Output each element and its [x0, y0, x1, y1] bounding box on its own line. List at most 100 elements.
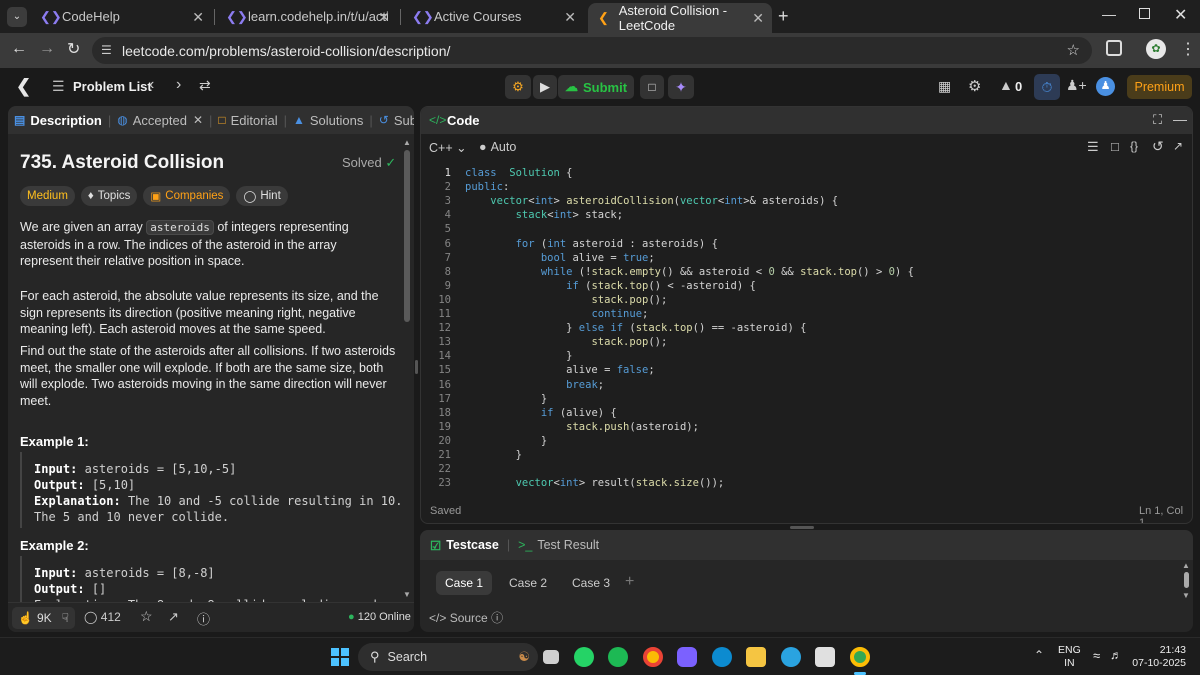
run-button[interactable]: ▶: [533, 75, 557, 99]
browser-tab-active-courses[interactable]: ❮❯ Active Courses ✕: [402, 0, 584, 33]
tab-submissions[interactable]: ↺ Submissio: [373, 106, 414, 134]
restore-button[interactable]: [1139, 8, 1150, 19]
timer-button[interactable]: ⏱: [1034, 74, 1060, 100]
browser-tab-learn-codehelp[interactable]: ❮❯ learn.codehelp.in/t/u/activeCou ✕: [216, 0, 398, 33]
like-button[interactable]: ☝ 9K ☟: [12, 607, 75, 629]
maximize-icon[interactable]: ⛶: [1153, 112, 1162, 128]
forward-button[interactable]: →: [39, 40, 55, 58]
streak-flame-icon[interactable]: ▲: [999, 77, 1013, 93]
store-icon[interactable]: [815, 647, 835, 667]
layout-icon[interactable]: ▦: [938, 78, 951, 95]
scroll-up-arrow[interactable]: ▲: [403, 138, 411, 147]
comments-button[interactable]: ◯ 412: [84, 610, 121, 624]
back-button[interactable]: ←: [11, 40, 27, 58]
close-window-button[interactable]: ✕: [1174, 5, 1187, 25]
ai-sparkle-button[interactable]: ✦: [668, 75, 694, 99]
shuffle-icon[interactable]: ⇄: [199, 77, 211, 94]
tab-accepted[interactable]: ◍ Accepted ✕: [111, 106, 209, 134]
task-view-icon[interactable]: [543, 650, 559, 664]
minimize-button[interactable]: —: [1102, 6, 1116, 22]
next-problem-icon[interactable]: ›: [176, 76, 181, 94]
scroll-down-arrow[interactable]: ▼: [403, 590, 411, 599]
taskbar-search-box[interactable]: ⚲ Search ☯: [358, 643, 538, 671]
tab-testcase[interactable]: ☑ Testcase: [430, 538, 499, 553]
submit-button[interactable]: ☁ Submit: [558, 75, 634, 99]
language-select[interactable]: C++ ⌄: [429, 140, 467, 155]
user-avatar[interactable]: ♟: [1096, 77, 1115, 96]
settings-gear-icon[interactable]: ⚙: [968, 77, 981, 95]
close-tab-icon[interactable]: ✕: [193, 113, 203, 127]
braces-icon[interactable]: {}: [1130, 139, 1138, 153]
reload-button[interactable]: ↻: [67, 39, 80, 59]
volume-icon[interactable]: ♬: [1110, 648, 1122, 662]
companies-tag[interactable]: ▣ Companies: [143, 186, 231, 206]
browser-tab-codehelp[interactable]: ❮❯ CodeHelp ✕: [30, 0, 212, 33]
topics-tag[interactable]: ♦ Topics: [80, 186, 138, 206]
tab-search-button[interactable]: ⌄: [7, 7, 27, 27]
tab-test-result[interactable]: >_ Test Result: [518, 538, 599, 552]
extensions-icon[interactable]: [1106, 40, 1122, 56]
thumbs-down-icon[interactable]: ☟: [62, 611, 69, 625]
close-tab-icon[interactable]: ✕: [564, 9, 576, 26]
notes-button[interactable]: □: [640, 75, 664, 99]
format-lines-icon[interactable]: ☰: [1087, 139, 1099, 155]
help-circle-icon[interactable]: ⓘ: [491, 611, 503, 625]
code-editor[interactable]: 1 class Solution {2 public: 3 vector<int> a…: [421, 165, 1192, 495]
show-hidden-icons[interactable]: ⌃: [1034, 648, 1044, 662]
close-tab-icon[interactable]: ✕: [378, 9, 390, 26]
tab-title: Active Courses: [434, 9, 522, 24]
copilot-icon[interactable]: [677, 647, 697, 667]
help-icon[interactable]: ⓘ: [197, 609, 210, 628]
close-tab-icon[interactable]: ✕: [752, 10, 764, 27]
case-1-tab[interactable]: Case 1: [436, 571, 492, 595]
chrome-active-icon[interactable]: [850, 647, 870, 667]
collapse-icon[interactable]: —: [1173, 111, 1187, 127]
browser-tab-leetcode[interactable]: ❮ Asteroid Collision - LeetCode ✕: [588, 3, 772, 33]
bottom-scrollbar[interactable]: [1184, 572, 1189, 588]
premium-button[interactable]: Premium: [1127, 75, 1192, 99]
add-friend-icon[interactable]: ♟+: [1066, 77, 1087, 94]
close-tab-icon[interactable]: ✕: [192, 9, 204, 26]
new-tab-button[interactable]: +: [778, 6, 789, 27]
chrome-icon[interactable]: [643, 647, 663, 667]
horizontal-resize-handle[interactable]: [790, 526, 814, 529]
fullscreen-icon[interactable]: ↗: [1173, 139, 1183, 153]
tab-description[interactable]: ▤ Description: [8, 106, 108, 134]
scroll-down-arrow[interactable]: ▼: [1182, 591, 1190, 600]
edge-icon[interactable]: [712, 647, 732, 667]
vertical-resize-handle[interactable]: [415, 360, 418, 374]
language-indicator[interactable]: ENG IN: [1058, 644, 1081, 670]
left-scrollbar[interactable]: [404, 150, 410, 322]
autocomplete-toggle[interactable]: ● Auto: [479, 140, 516, 154]
prev-problem-icon[interactable]: ‹: [149, 76, 154, 94]
spotify-icon[interactable]: [608, 647, 628, 667]
tab-solutions[interactable]: ▲ Solutions: [287, 106, 369, 134]
tab-editorial[interactable]: □ Editorial: [212, 106, 283, 134]
debug-button[interactable]: ⚙: [505, 75, 531, 99]
case-3-tab[interactable]: Case 3: [563, 571, 619, 595]
telegram-icon[interactable]: [781, 647, 801, 667]
address-bar[interactable]: ☰ leetcode.com/problems/asteroid-collisi…: [92, 37, 1092, 64]
difficulty-badge[interactable]: Medium: [20, 186, 75, 206]
bookmark-star-icon[interactable]: ☆: [1067, 41, 1080, 59]
add-case-icon[interactable]: +: [625, 573, 634, 591]
browser-menu-icon[interactable]: ⋮: [1180, 39, 1196, 59]
problem-list-link[interactable]: Problem List: [73, 79, 152, 94]
reset-code-icon[interactable]: ↺: [1152, 138, 1164, 155]
windows-start-icon[interactable]: [331, 648, 349, 666]
favorite-star-icon[interactable]: ☆: [140, 608, 153, 625]
scroll-up-arrow[interactable]: ▲: [1182, 561, 1190, 570]
file-explorer-icon[interactable]: [746, 647, 766, 667]
wifi-icon[interactable]: ≈: [1093, 648, 1100, 663]
case-2-tab[interactable]: Case 2: [500, 571, 556, 595]
clock[interactable]: 21:43 07-10-2025: [1130, 644, 1186, 670]
source-link[interactable]: </> Source ⓘ: [429, 609, 503, 626]
line-number: 11: [438, 308, 451, 320]
profile-avatar[interactable]: ✿: [1146, 39, 1166, 59]
whatsapp-icon[interactable]: [574, 647, 594, 667]
bookmark-icon[interactable]: □: [1111, 139, 1119, 154]
share-icon[interactable]: ↗: [168, 609, 179, 625]
site-info-icon[interactable]: ☰: [101, 43, 112, 57]
hint-tag[interactable]: ◯ Hint: [236, 186, 288, 206]
leetcode-logo[interactable]: ❮: [16, 76, 31, 97]
